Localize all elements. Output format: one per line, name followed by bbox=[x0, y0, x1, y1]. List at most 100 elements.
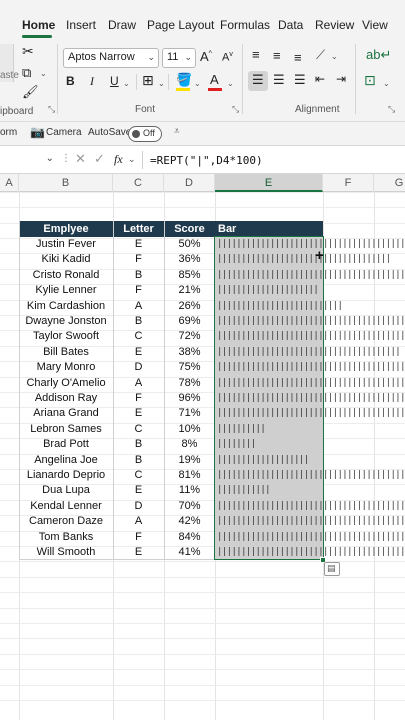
cell-score[interactable]: 71% bbox=[164, 406, 215, 421]
borders-dropdown-icon[interactable]: ⌄ bbox=[158, 79, 165, 88]
cell-score[interactable]: 72% bbox=[164, 329, 215, 344]
cell-employee[interactable]: Kim Cardashion bbox=[19, 299, 113, 314]
tab-view[interactable]: View bbox=[362, 18, 388, 32]
formula-input[interactable]: =REPT("|",D4*100) bbox=[150, 154, 263, 167]
cell-letter[interactable]: F bbox=[113, 391, 164, 406]
tab-data[interactable]: Data bbox=[278, 18, 303, 32]
worksheet-grid[interactable]: Emplyee Letter Score Bar Justin Fever E 50… bbox=[0, 191, 405, 720]
cell-letter[interactable]: E bbox=[113, 237, 164, 252]
tab-home[interactable]: Home bbox=[22, 18, 55, 32]
column-header-d[interactable]: D bbox=[164, 174, 215, 192]
column-header-g[interactable]: G bbox=[374, 174, 405, 192]
tab-formulas[interactable]: Formulas bbox=[220, 18, 270, 32]
cell-employee[interactable]: Kiki Kadid bbox=[19, 252, 113, 267]
font-color-dropdown-icon[interactable]: ⌄ bbox=[227, 79, 234, 88]
form-button[interactable]: orm bbox=[0, 127, 17, 138]
camera-button[interactable]: Camera bbox=[46, 127, 82, 138]
header-score[interactable]: Score bbox=[164, 221, 215, 237]
align-right-icon[interactable]: ☰ bbox=[294, 72, 306, 88]
cell-letter[interactable]: C bbox=[113, 468, 164, 483]
cell-letter[interactable]: B bbox=[113, 314, 164, 329]
cell-letter[interactable]: F bbox=[113, 283, 164, 298]
align-top-icon[interactable]: ≡ bbox=[252, 47, 260, 62]
cell-score[interactable]: 85% bbox=[164, 268, 215, 283]
confirm-icon[interactable]: ✓ bbox=[94, 151, 105, 167]
format-painter-icon[interactable]: 🖌 bbox=[22, 84, 39, 100]
cell-employee[interactable]: Dua Lupa bbox=[19, 483, 113, 498]
cell-letter[interactable]: B bbox=[113, 268, 164, 283]
merge-dropdown-icon[interactable]: ⌄ bbox=[383, 79, 390, 88]
customize-toolbar-icon[interactable]: ⩡ bbox=[174, 126, 180, 137]
cell-employee[interactable]: Ariana Grand bbox=[19, 406, 113, 421]
cell-employee[interactable]: Lianardo Deprio bbox=[19, 468, 113, 483]
header-bar[interactable]: Bar bbox=[215, 221, 323, 237]
cell-employee[interactable]: Dwayne Jonston bbox=[19, 314, 113, 329]
cell-score[interactable]: 69% bbox=[164, 314, 215, 329]
cell-employee[interactable]: Taylor Swooft bbox=[19, 329, 113, 344]
cell-employee[interactable]: Tom Banks bbox=[19, 530, 113, 545]
alignment-launcher-icon[interactable]: ⤡ bbox=[388, 104, 395, 115]
cell-score[interactable]: 21% bbox=[164, 283, 215, 298]
shrink-font-button[interactable]: Av bbox=[222, 51, 233, 64]
cell-score[interactable]: 81% bbox=[164, 468, 215, 483]
fill-color-icon[interactable]: 🪣 bbox=[176, 72, 192, 88]
cell-score[interactable]: 10% bbox=[164, 422, 215, 437]
cell-letter[interactable]: B bbox=[113, 453, 164, 468]
fill-color-dropdown-icon[interactable]: ⌄ bbox=[194, 79, 201, 88]
quick-analysis-button[interactable]: ▤ bbox=[324, 562, 340, 576]
orientation-dropdown-icon[interactable]: ⌄ bbox=[331, 52, 338, 61]
cell-employee[interactable]: Lebron Sames bbox=[19, 422, 113, 437]
function-dropdown-icon[interactable]: ⌄ bbox=[128, 154, 136, 165]
paste-button[interactable]: aste bbox=[0, 44, 19, 82]
underline-dropdown-icon[interactable]: ⌄ bbox=[123, 79, 130, 88]
cell-employee[interactable]: Brad Pott bbox=[19, 437, 113, 452]
font-size-select[interactable]: 11 ⌄ bbox=[162, 48, 196, 68]
cell-letter[interactable]: C bbox=[113, 329, 164, 344]
underline-button[interactable]: U bbox=[110, 74, 119, 88]
grow-font-button[interactable]: A^ bbox=[200, 49, 212, 64]
cell-score[interactable]: 8% bbox=[164, 437, 215, 452]
font-launcher-icon[interactable]: ⤡ bbox=[232, 104, 239, 115]
cell-letter[interactable]: F bbox=[113, 252, 164, 267]
name-box[interactable]: ⌄ bbox=[0, 150, 56, 170]
cell-score[interactable]: 26% bbox=[164, 299, 215, 314]
cell-score[interactable]: 96% bbox=[164, 391, 215, 406]
cell-score[interactable]: 38% bbox=[164, 345, 215, 360]
cell-score[interactable]: 84% bbox=[164, 530, 215, 545]
camera-icon[interactable]: 📷 bbox=[30, 125, 45, 139]
align-middle-icon[interactable]: ≡ bbox=[273, 48, 281, 63]
cell-score[interactable]: 11% bbox=[164, 483, 215, 498]
decrease-indent-icon[interactable]: ⇤ bbox=[315, 72, 325, 86]
italic-button[interactable]: I bbox=[90, 74, 94, 89]
tab-draw[interactable]: Draw bbox=[108, 18, 136, 32]
cell-employee[interactable]: Charly O'Amelio bbox=[19, 376, 113, 391]
cell-letter[interactable]: E bbox=[113, 406, 164, 421]
column-header-f[interactable]: F bbox=[323, 174, 374, 192]
cell-score[interactable]: 50% bbox=[164, 237, 215, 252]
tab-insert[interactable]: Insert bbox=[66, 18, 96, 32]
header-letter[interactable]: Letter bbox=[113, 221, 164, 237]
tab-page-layout[interactable]: Page Layout bbox=[147, 18, 214, 32]
cancel-icon[interactable]: ✕ bbox=[75, 151, 86, 167]
cell-letter[interactable]: E bbox=[113, 345, 164, 360]
cell-score[interactable]: 78% bbox=[164, 376, 215, 391]
cell-letter[interactable]: D bbox=[113, 499, 164, 514]
clipboard-launcher-icon[interactable]: ⤡ bbox=[48, 104, 55, 115]
cell-employee[interactable]: Cameron Daze bbox=[19, 514, 113, 529]
cell-employee[interactable]: Addison Ray bbox=[19, 391, 113, 406]
cell-letter[interactable]: A bbox=[113, 299, 164, 314]
cell-letter[interactable]: E bbox=[113, 483, 164, 498]
font-color-button[interactable]: A bbox=[210, 72, 219, 87]
cell-employee[interactable]: Cristo Ronald bbox=[19, 268, 113, 283]
cell-letter[interactable]: D bbox=[113, 360, 164, 375]
column-header-a[interactable]: A bbox=[0, 174, 19, 192]
column-header-b[interactable]: B bbox=[19, 174, 113, 192]
cell-letter[interactable]: A bbox=[113, 514, 164, 529]
cell-employee[interactable]: Angelina Joe bbox=[19, 453, 113, 468]
tab-review[interactable]: Review bbox=[315, 18, 354, 32]
cell-score[interactable]: 75% bbox=[164, 360, 215, 375]
more-options-icon[interactable]: ⋮ bbox=[61, 153, 71, 164]
column-header-c[interactable]: C bbox=[113, 174, 164, 192]
cut-icon[interactable]: ✂ bbox=[22, 43, 34, 60]
cell-score[interactable]: 70% bbox=[164, 499, 215, 514]
